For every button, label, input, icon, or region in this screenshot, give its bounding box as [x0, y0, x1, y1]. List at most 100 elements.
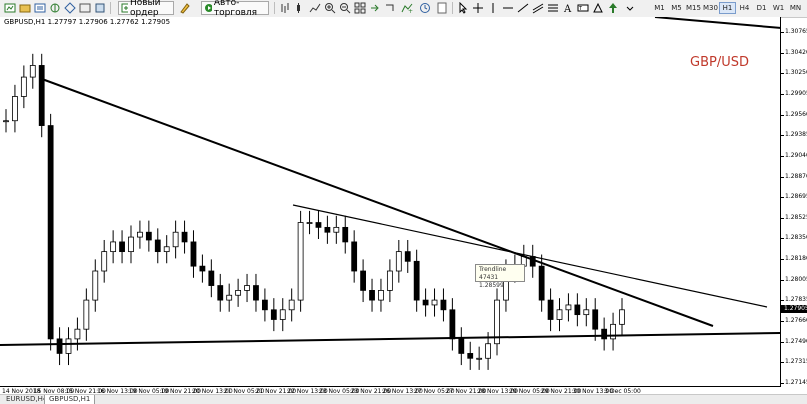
zoom-out-icon[interactable]	[338, 1, 352, 15]
channel-icon[interactable]	[531, 1, 545, 15]
tooltip-value: 1.28599	[479, 282, 504, 289]
timeframe-m30[interactable]: M30	[702, 2, 719, 14]
new-order-icon	[121, 3, 128, 13]
trendline-icon[interactable]	[516, 1, 530, 15]
candle-body	[369, 290, 375, 301]
tester-icon[interactable]	[93, 1, 107, 15]
candle-body	[56, 338, 63, 354]
shapes-icon[interactable]	[591, 1, 605, 15]
timeframe-w1[interactable]: W1	[770, 2, 787, 14]
price-scale[interactable]: 1.30765 1.30420 1.30250 1.29905 1.29560 1.293…	[781, 17, 807, 387]
price-tick-mark	[781, 32, 784, 33]
price-tick-mark	[781, 259, 784, 261]
metaeditor-icon[interactable]	[178, 1, 192, 15]
arrows-icon[interactable]	[606, 1, 620, 15]
autoscroll-icon[interactable]	[368, 1, 382, 15]
periods-icon[interactable]	[418, 1, 432, 15]
candle-body	[288, 299, 295, 311]
candle-body	[476, 357, 483, 360]
candle-body	[270, 309, 277, 320]
text-icon[interactable]: A	[561, 1, 575, 15]
timeframe-m5[interactable]: M5	[668, 2, 685, 14]
chart-shift-icon[interactable]	[383, 1, 397, 15]
cursor-icon[interactable]	[456, 1, 470, 15]
autotrading-button[interactable]: Авто-торговля	[201, 0, 269, 18]
candle-body	[386, 270, 393, 291]
price-tick-mark	[781, 176, 784, 178]
candlestick-icon[interactable]	[293, 1, 307, 15]
line-chart-icon[interactable]	[308, 1, 322, 15]
price-tick-mark	[781, 279, 784, 281]
templates-icon[interactable]	[435, 1, 449, 15]
candle-body	[592, 309, 599, 330]
candle-body	[431, 299, 438, 306]
candle-body	[333, 226, 340, 233]
tile-windows-icon[interactable]	[353, 1, 367, 15]
terminal-icon[interactable]	[78, 1, 92, 15]
fibonacci-icon[interactable]	[546, 1, 560, 15]
price-tick-label: 1.28005	[785, 275, 807, 283]
price-tick-mark	[781, 197, 784, 199]
candle-body	[190, 241, 197, 267]
candle-body	[485, 343, 491, 359]
chart-area[interactable]: GBPUSD,H1 1.27797 1.27906 1.27762 1.2790…	[0, 17, 781, 387]
bar-chart-icon[interactable]	[278, 1, 292, 15]
candle-body	[413, 260, 420, 301]
vertical-line-icon[interactable]	[486, 1, 500, 15]
timeframe-h4[interactable]: H4	[736, 2, 753, 14]
timeframe-h1[interactable]: H1	[719, 2, 736, 14]
price-tick-mark	[781, 135, 784, 137]
price-tick-mark	[781, 114, 784, 116]
trendline-upper-right[interactable]	[654, 17, 781, 29]
candle-body	[297, 222, 304, 301]
more-tools-icon[interactable]	[623, 1, 637, 15]
navigator-icon[interactable]	[63, 1, 77, 15]
price-tick-mark	[781, 93, 784, 95]
candle-body	[101, 251, 108, 272]
candle-body	[128, 236, 134, 253]
candle-body	[235, 290, 242, 296]
candle-body	[74, 328, 81, 340]
candle-body	[65, 338, 72, 354]
timeframe-d1[interactable]: D1	[753, 2, 770, 14]
tooltip-title: Trendline 47431	[479, 266, 507, 281]
candle-body	[226, 294, 233, 301]
price-tick-label: 1.27660	[785, 317, 807, 325]
data-window-icon[interactable]	[48, 1, 62, 15]
candle-body	[199, 265, 206, 272]
candle-body	[145, 231, 152, 241]
candle-body	[172, 231, 179, 248]
price-tick-label: 1.27315	[785, 358, 807, 366]
candle-body	[306, 222, 313, 224]
candle-body	[574, 304, 581, 316]
horizontal-line-icon[interactable]	[501, 1, 515, 15]
timeframe-mn[interactable]: MN	[787, 2, 804, 14]
timeframe-m15[interactable]: M15	[685, 2, 702, 14]
indicators-icon[interactable]: +	[400, 1, 414, 15]
profiles-icon[interactable]	[18, 1, 32, 15]
new-chart-icon[interactable]	[3, 1, 17, 15]
candle-body	[279, 309, 286, 320]
candle-body	[3, 120, 9, 123]
trendline-main[interactable]	[41, 78, 714, 327]
market-watch-icon[interactable]	[33, 1, 47, 15]
trendline-support[interactable]	[0, 332, 781, 346]
price-tick-mark	[781, 155, 784, 157]
price-tick-mark	[781, 52, 784, 54]
price-tick-label: 1.28180	[785, 255, 807, 263]
candle-body	[449, 309, 456, 340]
price-tick-label: 1.29040	[785, 151, 807, 159]
autotrading-icon	[205, 4, 212, 12]
timeframe-m1[interactable]: M1	[651, 2, 668, 14]
crosshair-icon[interactable]	[471, 1, 485, 15]
candle-body	[163, 246, 170, 253]
candle-body	[395, 251, 402, 272]
price-tick-label: 1.28525	[785, 213, 807, 221]
candle-body	[360, 270, 367, 291]
candle-body	[137, 231, 143, 238]
zoom-in-icon[interactable]	[323, 1, 337, 15]
new-order-button[interactable]: Новый ордер	[118, 0, 174, 18]
chart-canvas[interactable]	[0, 17, 781, 387]
label-icon[interactable]: T	[576, 1, 590, 15]
trendline-secondary[interactable]	[292, 204, 768, 308]
